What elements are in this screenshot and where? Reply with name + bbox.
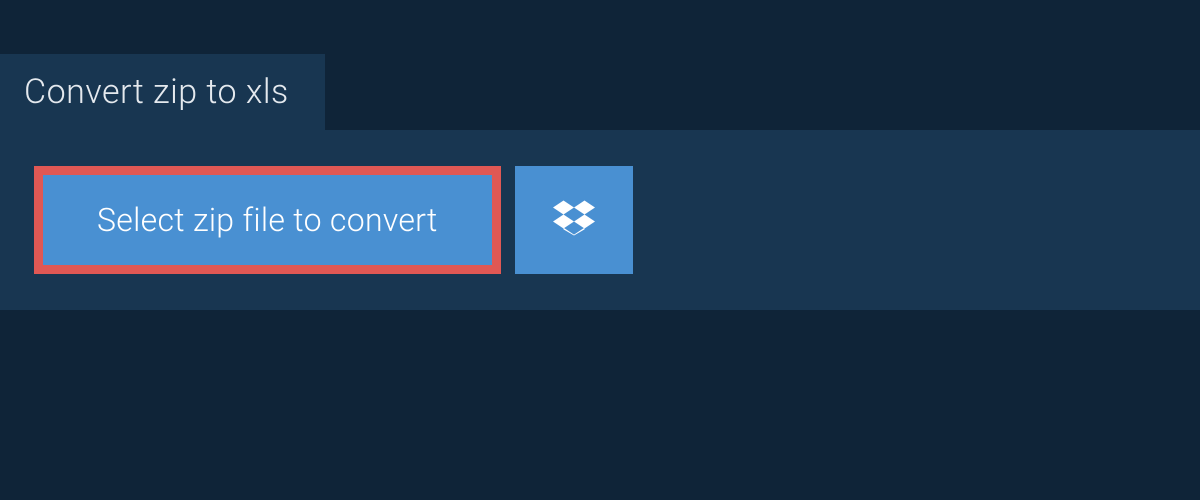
select-file-button[interactable]: Select zip file to convert [34,166,501,274]
dropbox-icon [553,197,595,243]
tab-title: Convert zip to xls [24,72,289,112]
upload-panel: Select zip file to convert [0,130,1200,310]
dropbox-button[interactable] [515,166,633,274]
select-file-label: Select zip file to convert [97,201,438,239]
tab-convert[interactable]: Convert zip to xls [0,54,325,130]
tab-bar: Convert zip to xls [0,0,1200,130]
